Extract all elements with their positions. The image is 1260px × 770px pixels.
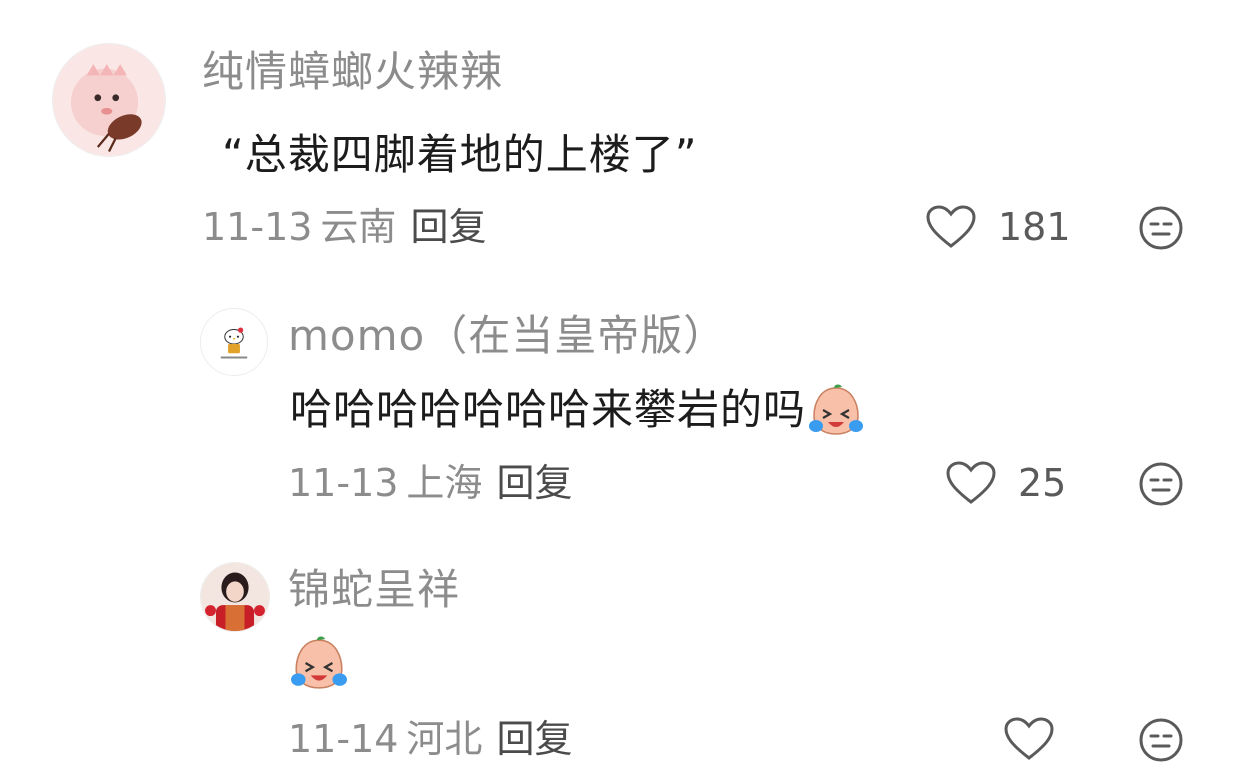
- girl-red-outfit-avatar-icon: [201, 563, 269, 631]
- username[interactable]: momo（在当皇帝版）: [288, 310, 726, 362]
- comment-date: 11-14: [288, 717, 399, 761]
- like-count: 181: [998, 205, 1071, 249]
- reply-item: 锦蛇呈祥 11-14 河北 回复: [0, 532, 1260, 770]
- dislike-face-icon[interactable]: [1138, 717, 1184, 763]
- reply-item: momo（在当皇帝版） 哈哈哈哈哈哈哈来攀岩的吗 11-13 上海 回复 25: [0, 270, 1260, 532]
- avatar[interactable]: [52, 43, 166, 157]
- comment-location: 河北: [406, 717, 483, 761]
- comment-location: 云南: [320, 205, 397, 249]
- comment-text: 哈哈哈哈哈哈哈来攀岩的吗: [290, 384, 864, 436]
- dislike-face-icon[interactable]: [1138, 461, 1184, 507]
- avatar[interactable]: [200, 562, 270, 632]
- comment-text-body: 哈哈哈哈哈哈哈来攀岩的吗: [290, 385, 807, 434]
- laugh-cry-emoji: [809, 384, 864, 435]
- avatar[interactable]: [200, 308, 268, 376]
- comment-date: 11-13: [202, 205, 313, 249]
- like-count: 25: [1018, 461, 1067, 505]
- comment-item: 纯情蟑螂火辣辣 “总裁四脚着地的上楼了” 11-13 云南 回复 181: [0, 0, 1260, 270]
- comment-meta: 11-13 上海 回复: [288, 459, 572, 507]
- like-button[interactable]: 181: [926, 203, 1071, 251]
- like-button[interactable]: [1004, 715, 1054, 763]
- comment-meta: 11-14 河北 回复: [288, 715, 572, 763]
- reply-button[interactable]: 回复: [496, 717, 572, 761]
- heart-icon: [926, 205, 976, 248]
- reply-button[interactable]: 回复: [496, 461, 572, 505]
- comment-text: “总裁四脚着地的上楼了”: [222, 130, 698, 179]
- heart-icon: [946, 461, 996, 504]
- comment-text: [290, 636, 348, 694]
- reply-button[interactable]: 回复: [410, 205, 486, 249]
- username[interactable]: 锦蛇呈祥: [288, 564, 460, 616]
- comment-location: 上海: [406, 461, 483, 505]
- comment-date: 11-13: [288, 461, 399, 505]
- heart-icon: [1004, 717, 1054, 760]
- like-button[interactable]: 25: [946, 459, 1066, 507]
- pink-cartoon-avatar-icon: [53, 44, 165, 156]
- comment-meta: 11-13 云南 回复: [202, 203, 486, 251]
- hello-kitty-avatar-icon: [201, 309, 267, 375]
- dislike-face-icon[interactable]: [1138, 205, 1184, 251]
- laugh-cry-emoji: [291, 636, 347, 689]
- username[interactable]: 纯情蟑螂火辣辣: [202, 46, 503, 98]
